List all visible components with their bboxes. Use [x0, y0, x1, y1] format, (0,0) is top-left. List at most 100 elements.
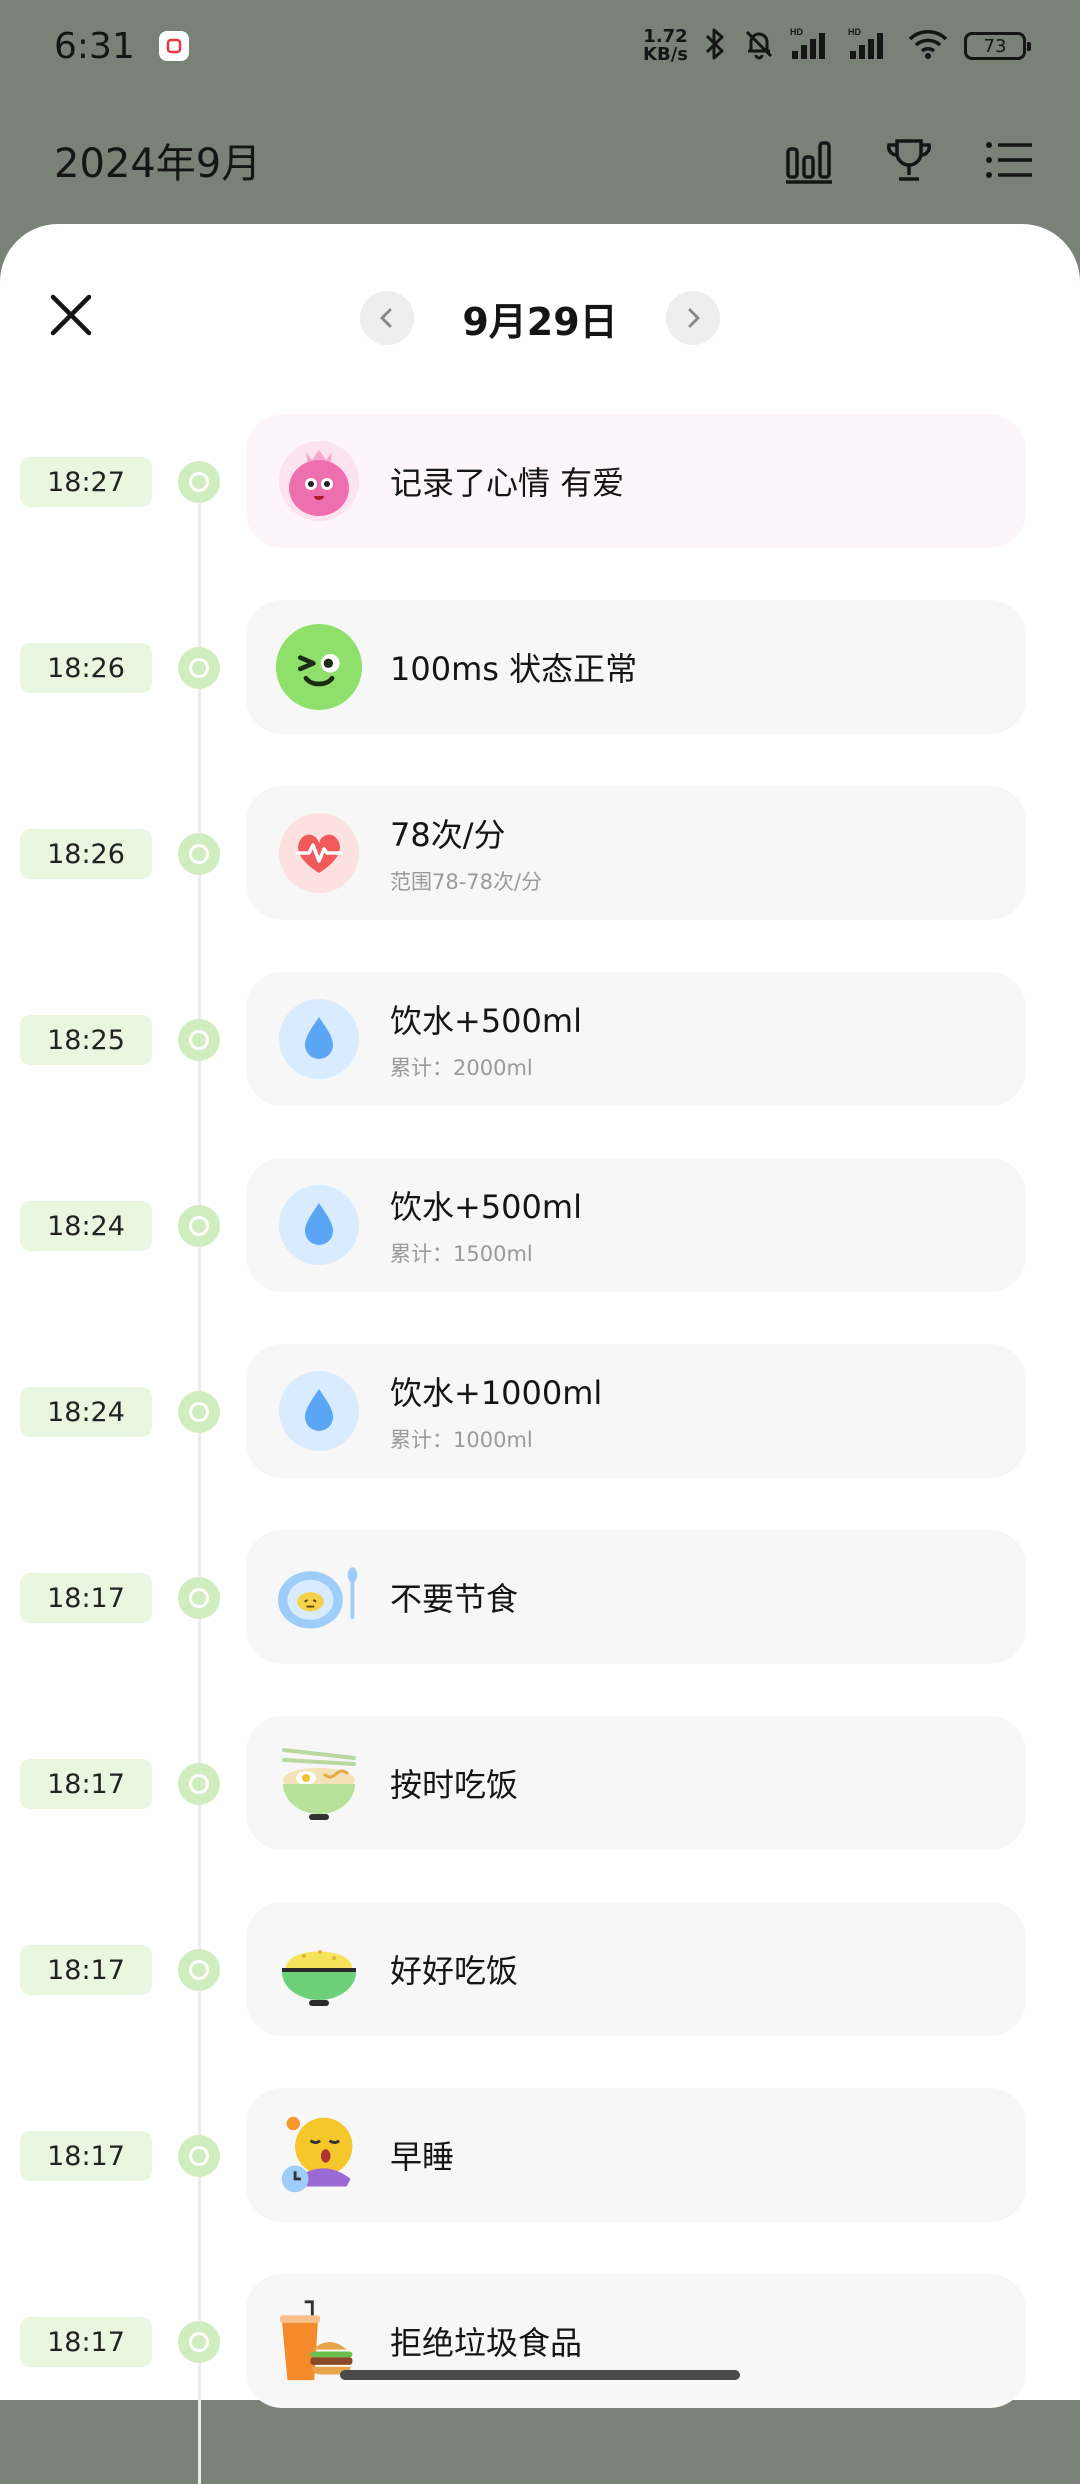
wifi-icon: [906, 27, 950, 65]
bluetooth-icon: [702, 27, 728, 65]
status-right: 1.72 KB/s HD HD 73: [643, 27, 1031, 65]
entry-time: 18:17: [20, 2131, 152, 2181]
entry-title: 记录了心情 有爱: [390, 464, 625, 502]
entry-title: 不要节食: [390, 1580, 519, 1618]
water-drop-icon: [276, 1182, 362, 1268]
entry-text: 78次/分范围78-78次/分: [390, 810, 542, 896]
timeline-entry: 18:17 拒绝垃圾食品: [0, 2274, 1080, 2408]
current-date: 9月29日: [462, 299, 618, 344]
timeline-dot: [178, 647, 220, 689]
chevron-left-icon: [380, 308, 392, 328]
entry-time: 18:17: [20, 1945, 152, 1995]
chevron-right-icon: [688, 308, 700, 328]
timeline-dot: [178, 2135, 220, 2177]
timeline-entry: 18:25 饮水+500ml 累计：2000ml: [0, 972, 1080, 1106]
timeline-dot: [178, 1019, 220, 1061]
timeline-dot: [178, 833, 220, 875]
battery-icon: 73: [964, 32, 1031, 60]
app-notification-icon: [158, 31, 189, 61]
entry-card[interactable]: 饮水+500ml 累计：1500ml: [246, 1158, 1026, 1292]
timeline-entry: 18:17 好好吃饭: [0, 1902, 1080, 2036]
timeline-dot: [178, 2321, 220, 2363]
entry-card[interactable]: 记录了心情 有爱: [246, 414, 1026, 548]
rice-bowl-icon: [276, 1926, 362, 2012]
timeline-entry: 18:26 78次/分 范围78-78次/分: [0, 786, 1080, 920]
entry-subtitle: 累计：1000ml: [390, 1428, 533, 1452]
day-detail-sheet: 9月29日 18:27 记录了心情 有爱 18:26 100ms 状态正常 18:2…: [0, 224, 1080, 2484]
love-mood-icon: [276, 438, 362, 524]
timeline-entry: 18:17 不要节食: [0, 1530, 1080, 1664]
entry-text: 100ms 状态正常: [390, 644, 637, 690]
page-title: 2024年9月: [54, 141, 262, 187]
entry-title: 100ms 状态正常: [390, 650, 638, 688]
entry-text: 记录了心情 有爱: [390, 458, 624, 504]
timeline-dot: [178, 1391, 220, 1433]
status-left: 6:31: [54, 26, 189, 67]
date-navigator: 9月29日: [360, 288, 720, 348]
entry-text: 好好吃饭: [390, 1946, 518, 1992]
entry-title: 早睡: [390, 2138, 455, 2176]
entry-text: 饮水+1000ml 累计：1000ml: [390, 1368, 602, 1454]
entry-card[interactable]: 拒绝垃圾食品: [246, 2274, 1026, 2408]
bar-chart-icon[interactable]: [782, 133, 836, 187]
entry-title: 好好吃饭: [390, 1952, 519, 1990]
sleepy-face-icon: [276, 2112, 362, 2198]
entry-time: 18:24: [20, 1201, 152, 1251]
timeline-dot: [178, 1949, 220, 1991]
entry-card[interactable]: 100ms 状态正常: [246, 600, 1026, 734]
home-indicator[interactable]: [340, 2370, 740, 2380]
entry-card[interactable]: 饮水+500ml 累计：2000ml: [246, 972, 1026, 1106]
timeline-dot: [178, 1577, 220, 1619]
entry-card[interactable]: 78次/分范围78-78次/分: [246, 786, 1026, 920]
entry-card[interactable]: 按时吃饭: [246, 1716, 1026, 1850]
timeline-entry: 18:27 记录了心情 有爱: [0, 414, 1080, 548]
water-drop-icon: [276, 1368, 362, 1454]
timeline-entry: 18:24 饮水+500ml 累计：1500ml: [0, 1158, 1080, 1292]
battery-level: 73: [983, 35, 1007, 57]
water-drop-icon: [276, 996, 362, 1082]
entry-title: 拒绝垃圾食品: [390, 2324, 583, 2362]
plate-spoon-icon: [276, 1554, 362, 1640]
menu-list-icon[interactable]: [982, 133, 1036, 187]
entry-title: 按时吃饭: [390, 1766, 519, 1804]
entry-text: 拒绝垃圾食品: [390, 2318, 582, 2364]
entry-time: 18:24: [20, 1387, 152, 1437]
entry-title: 饮水+1000ml: [390, 1374, 603, 1412]
timeline-dot: [178, 461, 220, 503]
timeline-entry: 18:17 按时吃饭: [0, 1716, 1080, 1850]
close-icon[interactable]: [44, 288, 98, 342]
svg-text:HD: HD: [848, 27, 861, 37]
entry-time: 18:17: [20, 1759, 152, 1809]
app-header: 2024年9月: [0, 110, 1080, 210]
entry-card[interactable]: 好好吃饭: [246, 1902, 1026, 2036]
status-bar: 6:31 1.72 KB/s HD HD 73: [0, 0, 1080, 92]
timeline-dot: [178, 1205, 220, 1247]
entry-card[interactable]: 早睡: [246, 2088, 1026, 2222]
signal-icon-2: HD: [848, 27, 892, 65]
net-speed: 1.72 KB/s: [643, 28, 688, 64]
entry-card[interactable]: 不要节食: [246, 1530, 1026, 1664]
entry-text: 饮水+500ml 累计：1500ml: [390, 1182, 582, 1268]
trophy-icon[interactable]: [882, 133, 936, 187]
timeline-entry: 18:17 早睡: [0, 2088, 1080, 2222]
entry-time: 18:27: [20, 457, 152, 507]
entry-time: 18:26: [20, 643, 152, 693]
header-actions: [782, 133, 1036, 187]
entry-subtitle: 范围78-78次/分: [390, 870, 543, 894]
bell-off-icon: [742, 27, 776, 65]
normal-mood-icon: [276, 624, 362, 710]
entry-time: 18:17: [20, 2317, 152, 2367]
entry-card[interactable]: 饮水+1000ml 累计：1000ml: [246, 1344, 1026, 1478]
noodle-bowl-icon: [276, 1740, 362, 1826]
status-time: 6:31: [54, 25, 135, 67]
prev-day-button[interactable]: [360, 291, 414, 345]
entry-text: 早睡: [390, 2132, 454, 2178]
entry-text: 饮水+500ml 累计：2000ml: [390, 996, 582, 1082]
entry-title: 饮水+500ml: [390, 1002, 582, 1040]
timeline-entry: 18:26 100ms 状态正常: [0, 600, 1080, 734]
entry-title: 78次/分: [390, 816, 506, 854]
next-day-button[interactable]: [665, 291, 720, 345]
entry-subtitle: 累计：1500ml: [390, 1242, 533, 1266]
net-speed-unit: KB/s: [643, 44, 688, 65]
timeline-entry: 18:24 饮水+1000ml 累计：1000ml: [0, 1344, 1080, 1478]
